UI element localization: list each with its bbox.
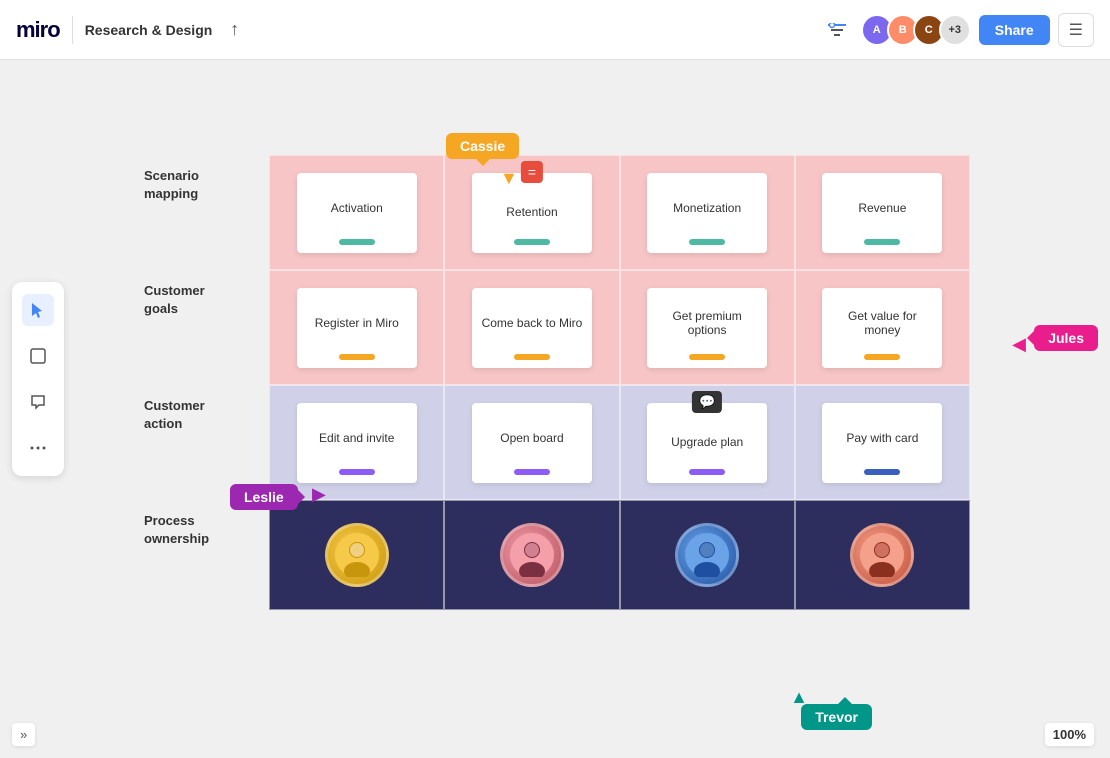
leslie-cursor: ▶ — [312, 484, 326, 505]
sticky-note-tool[interactable] — [22, 340, 54, 372]
note-activation[interactable]: Activation — [297, 173, 417, 253]
note-revenue[interactable]: Revenue — [822, 173, 942, 253]
note-bar-orange-4 — [864, 354, 900, 360]
note-bar-purple-2 — [514, 469, 550, 475]
process-avatar-4 — [850, 523, 914, 587]
note-pay[interactable]: Pay with card — [822, 403, 942, 483]
board-info-button[interactable]: ☰ — [1058, 13, 1094, 47]
process-label: Processownership — [130, 500, 269, 610]
note-bar-blue — [864, 469, 900, 475]
avatars-group: A B C +3 — [861, 14, 971, 46]
note-bar-orange-3 — [689, 354, 725, 360]
scenario-row: Scenariomapping Activation = Retention — [130, 155, 970, 270]
note-monetization-text: Monetization — [673, 185, 741, 231]
process-avatar-2 — [500, 523, 564, 587]
action-cell-2: Open board — [444, 385, 619, 500]
note-retention-text: Retention — [506, 193, 557, 231]
more-tools[interactable] — [22, 432, 54, 464]
action-cell-4: Pay with card — [795, 385, 970, 500]
note-comeback-text: Come back to Miro — [482, 300, 583, 346]
process-avatar-1 — [325, 523, 389, 587]
cassie-tooltip: Cassie — [446, 133, 519, 159]
process-row: Processownership — [130, 500, 970, 610]
note-register[interactable]: Register in Miro — [297, 288, 417, 368]
note-bar-purple-3 — [689, 469, 725, 475]
note-pay-text: Pay with card — [846, 415, 918, 461]
customer-cell-3: Get premium options — [620, 270, 795, 385]
note-upgrade-text: Upgrade plan — [671, 423, 743, 461]
note-premium[interactable]: Get premium options — [647, 288, 767, 368]
separator — [72, 16, 73, 44]
note-comeback[interactable]: Come back to Miro — [472, 288, 592, 368]
note-premium-text: Get premium options — [655, 300, 759, 346]
note-bar-orange-2 — [514, 354, 550, 360]
filter-icon[interactable] — [821, 14, 853, 46]
customer-cell-4: Get value for money — [795, 270, 970, 385]
note-revenue-text: Revenue — [858, 185, 906, 231]
action-cell-1: Edit and invite — [269, 385, 444, 500]
note-monetization[interactable]: Monetization — [647, 173, 767, 253]
customer-action-label: Customeraction — [130, 385, 269, 500]
upload-button[interactable]: ↑ — [222, 15, 247, 44]
scenario-cell-4: Revenue — [795, 155, 970, 270]
note-bar-teal-4 — [864, 239, 900, 245]
customer-goals-label: Customergoals — [130, 270, 269, 385]
upgrade-icon: 💬 — [692, 391, 722, 413]
comment-tool[interactable] — [22, 386, 54, 418]
jules-tooltip: Jules — [1034, 325, 1098, 351]
zoom-level: 100% — [1045, 723, 1094, 746]
note-retention[interactable]: = Retention — [472, 173, 592, 253]
process-cell-3 — [620, 500, 795, 610]
process-cell-2 — [444, 500, 619, 610]
note-bar-teal-3 — [689, 239, 725, 245]
note-register-text: Register in Miro — [315, 300, 399, 346]
scenario-cell-1: Activation — [269, 155, 444, 270]
scenario-cell-2: = Retention — [444, 155, 619, 270]
topbar-right: A B C +3 Share ☰ — [821, 13, 1094, 47]
main-grid: Scenariomapping Activation = Retention — [130, 155, 970, 610]
avatar-extra: +3 — [939, 14, 971, 46]
note-openboard[interactable]: Open board — [472, 403, 592, 483]
customer-cell-1: Register in Miro — [269, 270, 444, 385]
note-value-text: Get value for money — [830, 300, 934, 346]
customer-goals-row: Customergoals Register in Miro Come back… — [130, 270, 970, 385]
canvas: Cassie ▼ Jules ◀ Leslie ▶ Trevor ▲ Scena… — [0, 60, 1110, 758]
note-edit[interactable]: Edit and invite — [297, 403, 417, 483]
scenario-cell-3: Monetization — [620, 155, 795, 270]
scenario-label: Scenariomapping — [130, 155, 269, 270]
process-avatar-3 — [675, 523, 739, 587]
note-bar-orange-1 — [339, 354, 375, 360]
board-title: Research & Design — [85, 22, 213, 38]
process-cell-1 — [269, 500, 444, 610]
note-activation-text: Activation — [331, 185, 383, 231]
note-openboard-text: Open board — [500, 415, 563, 461]
note-upgrade[interactable]: 💬 Upgrade plan — [647, 403, 767, 483]
note-edit-text: Edit and invite — [319, 415, 394, 461]
cursor-tool[interactable] — [22, 294, 54, 326]
customer-cell-2: Come back to Miro — [444, 270, 619, 385]
process-cell-4 — [795, 500, 970, 610]
share-button[interactable]: Share — [979, 15, 1050, 45]
note-bar-teal-2 — [514, 239, 550, 245]
board: Scenariomapping Activation = Retention — [130, 155, 970, 610]
cassie-cursor: ▼ — [500, 168, 518, 189]
note-value[interactable]: Get value for money — [822, 288, 942, 368]
left-toolbar — [12, 282, 64, 476]
expand-sidebar[interactable]: » — [12, 723, 35, 746]
note-bar-teal — [339, 239, 375, 245]
action-cell-3: 💬 Upgrade plan — [620, 385, 795, 500]
leslie-tooltip: Leslie — [230, 484, 298, 510]
logo: miro — [16, 17, 60, 43]
trevor-tooltip: Trevor — [801, 704, 872, 730]
customer-action-row: Customeraction Edit and invite Open boar… — [130, 385, 970, 500]
topbar: miro Research & Design ↑ A B C +3 Share … — [0, 0, 1110, 60]
retention-icon: = — [521, 161, 543, 183]
note-bar-purple-1 — [339, 469, 375, 475]
